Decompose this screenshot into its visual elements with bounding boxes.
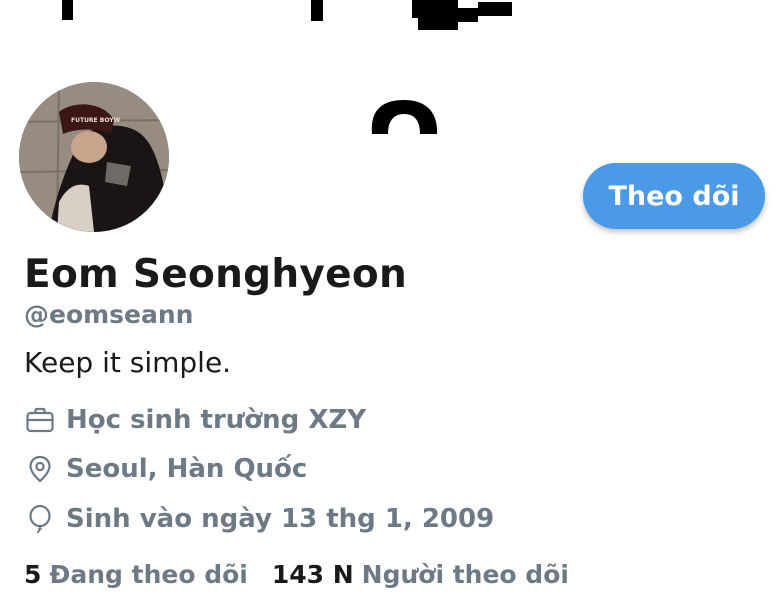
profile-birthday-text: Sinh vào ngày 13 thg 1, 2009 [66,504,495,534]
briefcase-icon [24,404,56,436]
profile-bio: Keep it simple. [24,346,232,379]
avatar-photo: FUTURE BOYW [19,82,169,232]
followers-count[interactable]: 143 N [272,560,354,589]
profile-work-text: Học sinh trường XZY [66,405,367,435]
balloon-icon [24,503,56,535]
profile-handle: @eomseann [24,300,194,329]
profile-location-text: Seoul, Hàn Quốc [66,454,308,484]
following-label[interactable]: Đang theo dõi [49,560,247,589]
avatar[interactable]: FUTURE BOYW [19,82,169,232]
avatar-cap-text: FUTURE BOYW [71,117,121,124]
followers-label[interactable]: Người theo dõi [362,560,569,589]
profile-stats: 5 Đang theo dõi 143 N Người theo dõi [24,560,569,589]
profile-work: Học sinh trường XZY [24,404,366,436]
display-name: Eom Seonghyeon [24,252,408,297]
profile-location: Seoul, Hàn Quốc [24,453,307,485]
following-count[interactable]: 5 [24,560,41,589]
follow-button[interactable]: Theo dõi [583,163,765,229]
profile-birthday: Sinh vào ngày 13 thg 1, 2009 [24,503,494,535]
location-pin-icon [24,453,56,485]
